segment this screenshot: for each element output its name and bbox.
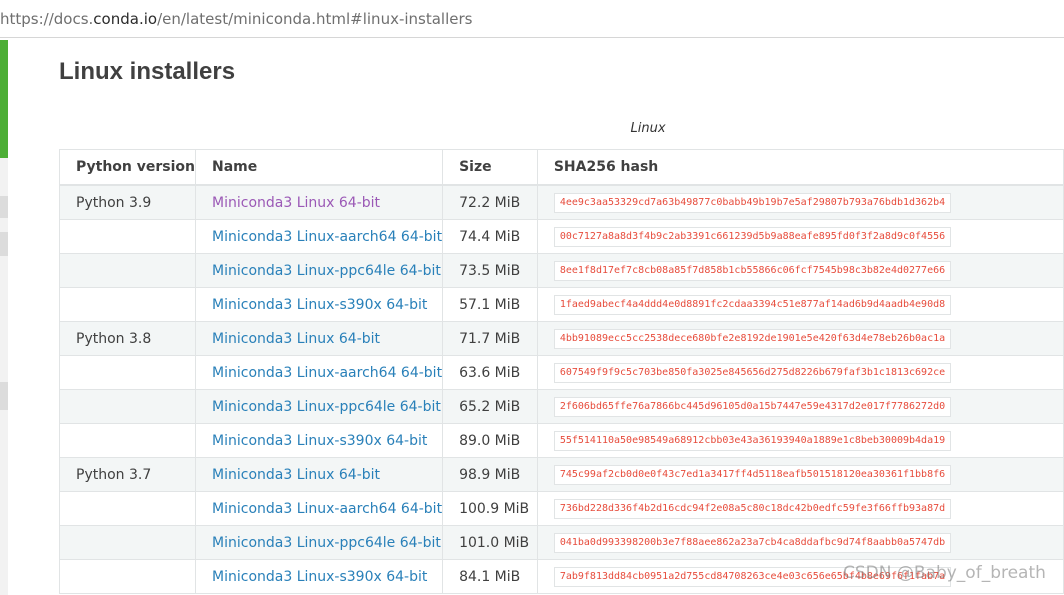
table-row: Miniconda3 Linux-ppc64le 64-bit 65.2 MiB 2…	[58, 389, 1064, 424]
table-row: Miniconda3 Linux-aarch64 64-bit 74.4 MiB 0…	[58, 219, 1064, 254]
hash-cell: 745c99af2cb0d0e0f43c7ed1a3417ff4d5118eaf…	[536, 457, 1064, 492]
installer-download-link[interactable]: Miniconda3 Linux 64-bit	[212, 331, 380, 347]
hash-cell: 8ee1f8d17ef7c8cb08a85f7d858b1cb55866c06f…	[536, 253, 1064, 288]
url-domain: conda.io	[93, 10, 158, 28]
url-path: /en/latest/miniconda.html#linux-installe…	[157, 10, 473, 28]
installer-download-link[interactable]: Miniconda3 Linux-ppc64le 64-bit	[212, 535, 441, 551]
sidebar-rail-segment	[0, 196, 8, 218]
name-cell: Miniconda3 Linux-aarch64 64-bit	[195, 355, 444, 390]
size-cell: 74.4 MiB	[442, 219, 538, 254]
name-cell: Miniconda3 Linux 64-bit	[195, 184, 444, 220]
python-version-cell	[58, 389, 197, 424]
sha256-hash-code[interactable]: 745c99af2cb0d0e0f43c7ed1a3417ff4d5118eaf…	[553, 464, 952, 485]
python-version-cell	[58, 355, 197, 390]
table-caption: Linux	[630, 121, 666, 136]
size-cell: 71.7 MiB	[442, 321, 538, 356]
hash-cell: 1faed9abecf4a4ddd4e0d8891fc2cdaa3394c51e…	[536, 287, 1064, 322]
name-cell: Miniconda3 Linux 64-bit	[195, 321, 444, 356]
size-cell: 100.9 MiB	[442, 491, 538, 526]
name-cell: Miniconda3 Linux 64-bit	[195, 457, 444, 492]
hash-cell: 00c7127a8a8d3f4b9c2ab3391c661239d5b9a88e…	[536, 219, 1064, 254]
sidebar-rail-segment	[0, 232, 8, 256]
python-version-cell	[58, 559, 197, 594]
installer-download-link[interactable]: Miniconda3 Linux-ppc64le 64-bit	[212, 263, 441, 279]
table-row: Python 3.8 Miniconda3 Linux 64-bit 71.7 Mi…	[58, 321, 1064, 356]
name-cell: Miniconda3 Linux-ppc64le 64-bit	[195, 253, 444, 288]
name-cell: Miniconda3 Linux-aarch64 64-bit	[195, 491, 444, 526]
size-cell: 73.5 MiB	[442, 253, 538, 288]
python-version-cell: Python 3.8	[58, 321, 197, 356]
hash-cell: 4ee9c3aa53329cd7a63b49877c0babb49b19b7e5…	[536, 184, 1064, 220]
installer-download-link[interactable]: Miniconda3 Linux-s390x 64-bit	[212, 569, 427, 585]
python-version-cell	[58, 253, 197, 288]
page-title: Linux installers	[59, 58, 236, 85]
size-cell: 89.0 MiB	[442, 423, 538, 458]
hash-cell: 4bb91089ecc5cc2538dece680bfe2e8192de1901…	[536, 321, 1064, 356]
installer-download-link[interactable]: Miniconda3 Linux-s390x 64-bit	[212, 297, 427, 313]
size-cell: 63.6 MiB	[442, 355, 538, 390]
watermark: CSDN @Baby_of_breath	[843, 563, 1046, 583]
sha256-hash-code[interactable]: 041ba0d993398200b3e7f88aee862a23a7cb4ca8…	[553, 532, 952, 553]
header-name: Name	[195, 149, 444, 186]
table-row: Miniconda3 Linux-ppc64le 64-bit 73.5 MiB 8…	[58, 253, 1064, 288]
table-header-row: Python version Name Size SHA256 hash	[58, 149, 1064, 186]
sha256-hash-code[interactable]: 4bb91089ecc5cc2538dece680bfe2e8192de1901…	[553, 328, 952, 349]
table-row: Miniconda3 Linux-s390x 64-bit 89.0 MiB 55f…	[58, 423, 1064, 458]
hash-cell: 2f606bd65ffe76a7866bc445d96105d0a15b7447…	[536, 389, 1064, 424]
table-row: Miniconda3 Linux-s390x 64-bit 57.1 MiB 1fa…	[58, 287, 1064, 322]
installer-download-link[interactable]: Miniconda3 Linux 64-bit	[212, 195, 380, 211]
installers-table: Python version Name Size SHA256 hash Pyt…	[58, 149, 1064, 594]
python-version-cell: Python 3.7	[58, 457, 197, 492]
table-row: Miniconda3 Linux-aarch64 64-bit 63.6 MiB 6…	[58, 355, 1064, 390]
header-size: Size	[442, 149, 538, 186]
sha256-hash-code[interactable]: 4ee9c3aa53329cd7a63b49877c0babb49b19b7e5…	[553, 192, 952, 213]
installer-download-link[interactable]: Miniconda3 Linux-aarch64 64-bit	[212, 229, 442, 245]
name-cell: Miniconda3 Linux-ppc64le 64-bit	[195, 389, 444, 424]
header-hash: SHA256 hash	[536, 149, 1064, 186]
installer-download-link[interactable]: Miniconda3 Linux-s390x 64-bit	[212, 433, 427, 449]
size-cell: 101.0 MiB	[442, 525, 538, 560]
python-version-cell	[58, 287, 197, 322]
sidebar-rail-segment	[0, 382, 8, 410]
installer-download-link[interactable]: Miniconda3 Linux-ppc64le 64-bit	[212, 399, 441, 415]
installer-download-link[interactable]: Miniconda3 Linux 64-bit	[212, 467, 380, 483]
size-cell: 57.1 MiB	[442, 287, 538, 322]
table-row: Python 3.9 Miniconda3 Linux 64-bit 72.2 Mi…	[58, 184, 1064, 220]
sha256-hash-code[interactable]: 1faed9abecf4a4ddd4e0d8891fc2cdaa3394c51e…	[553, 294, 952, 315]
name-cell: Miniconda3 Linux-s390x 64-bit	[195, 423, 444, 458]
size-cell: 65.2 MiB	[442, 389, 538, 424]
hash-cell: 55f514110a50e98549a68912cbb03e43a3619394…	[536, 423, 1064, 458]
python-version-cell	[58, 219, 197, 254]
sha256-hash-code[interactable]: 55f514110a50e98549a68912cbb03e43a3619394…	[553, 430, 952, 451]
hash-cell: 736bd228d336f4b2d16cdc94f2e08a5c80c18dc4…	[536, 491, 1064, 526]
hash-cell: 607549f9f9c5c703be850fa3025e845656d275d8…	[536, 355, 1064, 390]
python-version-cell	[58, 491, 197, 526]
python-version-cell	[58, 423, 197, 458]
address-bar[interactable]: https://docs.conda.io/en/latest/minicond…	[0, 0, 1064, 38]
sha256-hash-code[interactable]: 8ee1f8d17ef7c8cb08a85f7d858b1cb55866c06f…	[553, 260, 952, 281]
size-cell: 72.2 MiB	[442, 184, 538, 220]
sha256-hash-code[interactable]: 00c7127a8a8d3f4b9c2ab3391c661239d5b9a88e…	[553, 226, 952, 247]
sha256-hash-code[interactable]: 607549f9f9c5c703be850fa3025e845656d275d8…	[553, 362, 952, 383]
installer-download-link[interactable]: Miniconda3 Linux-aarch64 64-bit	[212, 501, 442, 517]
header-python-version: Python version	[58, 149, 197, 186]
sha256-hash-code[interactable]: 2f606bd65ffe76a7866bc445d96105d0a15b7447…	[553, 396, 952, 417]
sha256-hash-code[interactable]: 736bd228d336f4b2d16cdc94f2e08a5c80c18dc4…	[553, 498, 952, 519]
table-row: Python 3.7 Miniconda3 Linux 64-bit 98.9 Mi…	[58, 457, 1064, 492]
table-row: Miniconda3 Linux-aarch64 64-bit 100.9 MiB…	[58, 491, 1064, 526]
size-cell: 84.1 MiB	[442, 559, 538, 594]
url-text[interactable]: https://docs.conda.io/en/latest/minicond…	[0, 10, 472, 28]
python-version-cell: Python 3.9	[58, 184, 197, 220]
name-cell: Miniconda3 Linux-s390x 64-bit	[195, 559, 444, 594]
installer-download-link[interactable]: Miniconda3 Linux-aarch64 64-bit	[212, 365, 442, 381]
table-row: Miniconda3 Linux-ppc64le 64-bit 101.0 MiB…	[58, 525, 1064, 560]
python-version-cell	[58, 525, 197, 560]
name-cell: Miniconda3 Linux-ppc64le 64-bit	[195, 525, 444, 560]
hash-cell: 041ba0d993398200b3e7f88aee862a23a7cb4ca8…	[536, 525, 1064, 560]
name-cell: Miniconda3 Linux-aarch64 64-bit	[195, 219, 444, 254]
sidebar-active-indicator	[0, 40, 8, 158]
url-prefix: https://docs.	[0, 10, 94, 28]
name-cell: Miniconda3 Linux-s390x 64-bit	[195, 287, 444, 322]
size-cell: 98.9 MiB	[442, 457, 538, 492]
